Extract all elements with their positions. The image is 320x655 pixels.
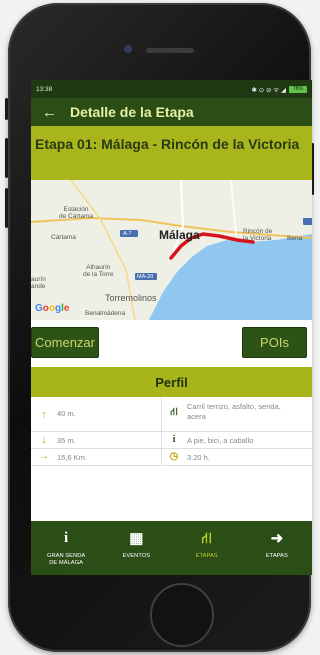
status-time: 13:38 — [36, 85, 53, 93]
clock-icon: ◷ — [169, 451, 179, 462]
map-label: Cártama — [51, 234, 76, 241]
back-arrow-icon[interactable]: ← — [42, 105, 57, 120]
map-label: aurín ande — [31, 276, 46, 290]
stage-title: Etapa 01: Málaga - Rincón de la Victoria — [31, 126, 312, 180]
sign-in-icon: ➜ — [270, 530, 284, 547]
map-label: Rincón de la Victoria — [243, 228, 273, 242]
map-label: Málaga — [159, 228, 200, 242]
profile-header: Perfil — [31, 367, 312, 397]
route-map[interactable]: Estación de Cártama Cártama A-7 Málaga R… — [31, 180, 312, 320]
map-label: MA-20 — [137, 274, 154, 280]
highway-shield — [303, 218, 312, 225]
table-row: → 15,6 Km. ◷ 3.20 h. — [31, 449, 312, 466]
battery-icon: 78% — [289, 85, 307, 93]
map-label: Estación de Cártama — [59, 206, 93, 220]
earpiece-speaker — [146, 48, 194, 53]
table-cell: ↑ 40 m. — [31, 397, 162, 431]
page-title: Detalle de la Etapa — [70, 104, 194, 120]
table-cell: i A pie, bici, a caballo — [162, 432, 312, 448]
map-label: Benalmádena — [85, 310, 126, 317]
arrow-right-icon: → — [39, 451, 49, 462]
front-camera — [124, 45, 132, 53]
arrow-down-icon: ↓ — [41, 434, 47, 446]
status-icons: ✱ ⊙ ⊘ ᯤ ◢ — [251, 86, 287, 94]
profile-table: ↑ 40 m. ⛙ Carril terrizo, asfalto, senda… — [31, 397, 312, 466]
duration: 3.20 h. — [187, 453, 210, 462]
map-label: Torremolinos — [105, 293, 157, 303]
transport-modes: A pie, bici, a caballo — [187, 436, 254, 445]
table-cell: ↓ 35 m. — [31, 432, 162, 448]
volume-down-button — [5, 188, 8, 228]
arrow-up-icon: ↑ — [41, 409, 47, 421]
status-bar: 13:38 ✱ ⊙ ⊘ ᯤ ◢ 78% — [31, 80, 312, 98]
info-icon: i — [64, 530, 69, 546]
action-bar: Comenzar POIs — [31, 320, 312, 367]
road-icon: ⛙ — [170, 406, 178, 418]
nav-item-eventos[interactable]: ▦ EVENTOS — [101, 521, 171, 575]
nav-label: ETAPAS — [195, 553, 218, 559]
pois-button[interactable]: POIs — [242, 327, 307, 358]
google-logo: Google — [35, 303, 70, 314]
elevation-max: 40 m. — [57, 409, 76, 418]
nav-label: ETAPAS — [265, 553, 288, 559]
map-canvas — [31, 180, 312, 320]
table-row: ↑ 40 m. ⛙ Carril terrizo, asfalto, senda… — [31, 397, 312, 432]
map-label: Alhaurín de la Torre — [83, 264, 114, 278]
map-label: Bena — [287, 235, 303, 242]
app-screen: 13:38 ✱ ⊙ ⊘ ᯤ ◢ 78% ← Detalle de la Etap… — [31, 80, 312, 575]
bottom-navigation: i GRAN SENDA DE MÁLAGA ▦ EVENTOS ⛙ ETAPA… — [31, 521, 312, 575]
info-icon: i — [172, 434, 176, 445]
distance: 15,6 Km. — [57, 453, 88, 462]
home-button[interactable] — [150, 583, 214, 647]
nav-label: EVENTOS — [122, 553, 151, 559]
table-row: ↓ 35 m. i A pie, bici, a caballo — [31, 432, 312, 449]
mute-switch — [5, 98, 8, 120]
calendar-icon: ▦ — [129, 530, 144, 547]
table-cell: ⛙ Carril terrizo, asfalto, senda, acera — [162, 397, 312, 431]
nav-item-etapas-login[interactable]: ➜ ETAPAS — [242, 521, 312, 575]
nav-label: GRAN SENDA DE MÁLAGA — [46, 553, 86, 566]
start-button[interactable]: Comenzar — [31, 327, 99, 358]
map-label: A-7 — [123, 231, 132, 237]
elevation-min: 35 m. — [57, 436, 76, 445]
surface-type: Carril terrizo, asfalto, senda, acera — [187, 402, 281, 421]
nav-item-etapas[interactable]: ⛙ ETAPAS — [172, 521, 242, 575]
volume-up-button — [5, 138, 8, 178]
nav-item-gran-senda[interactable]: i GRAN SENDA DE MÁLAGA — [31, 521, 101, 575]
app-bar: ← Detalle de la Etapa — [31, 98, 312, 126]
table-cell: → 15,6 Km. — [31, 449, 162, 465]
table-cell: ◷ 3.20 h. — [162, 449, 312, 465]
road-icon: ⛙ — [201, 530, 212, 547]
